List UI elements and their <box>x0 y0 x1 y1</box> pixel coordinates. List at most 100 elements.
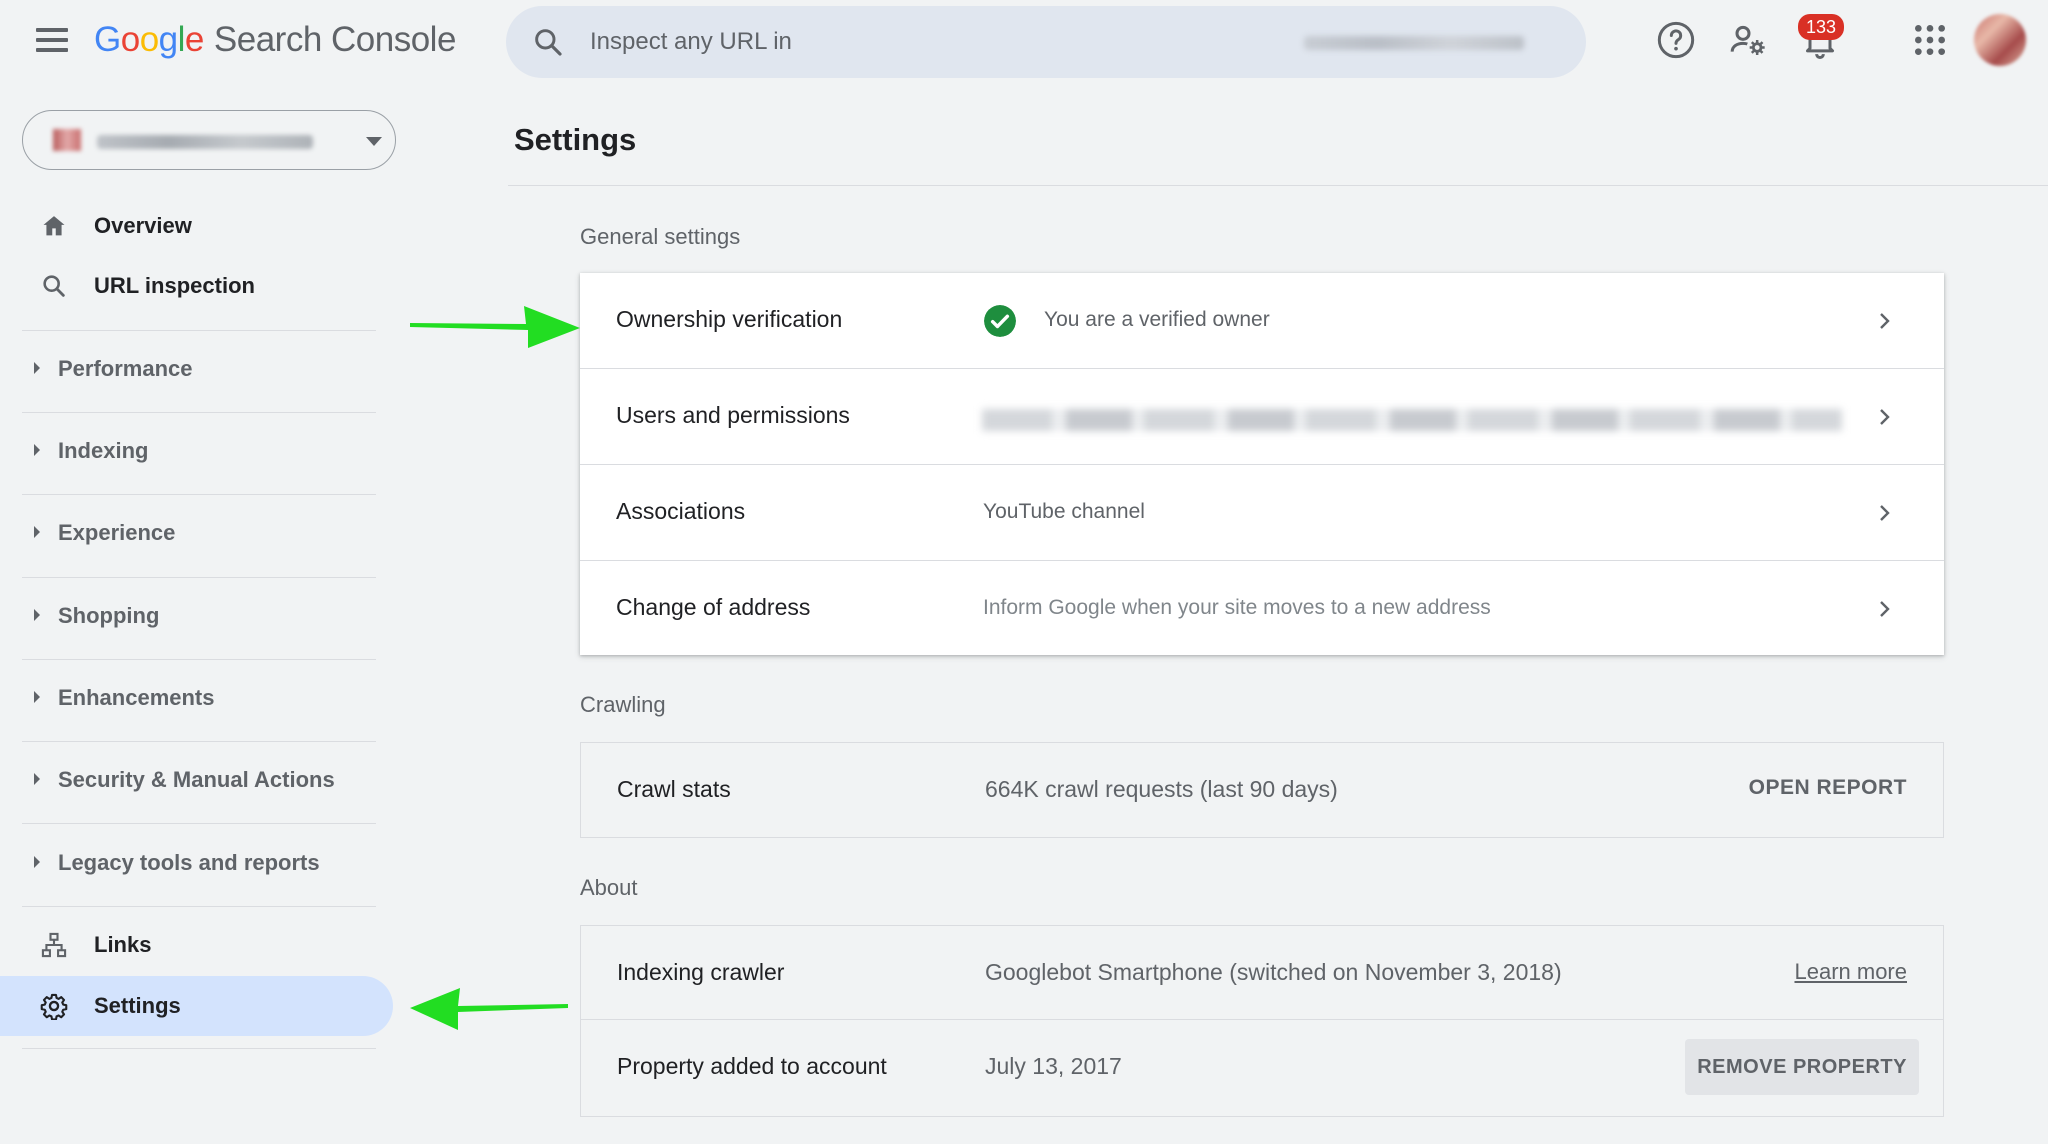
redacted-property-name <box>97 135 313 149</box>
home-icon <box>43 216 65 236</box>
sidebar-item-settings[interactable]: Settings <box>0 976 393 1036</box>
sidebar-group-label: Legacy tools and reports <box>58 850 320 875</box>
row-label: Change of address <box>616 594 811 620</box>
sidebar-group-label: Indexing <box>58 438 149 463</box>
chevron-right-icon <box>1880 409 1890 425</box>
sidebar-group-indexing[interactable]: Indexing <box>0 421 400 481</box>
general-settings-card: Ownership verification You are a verifie… <box>580 273 1944 655</box>
section-heading-general: General settings <box>580 224 741 249</box>
expand-triangle-icon <box>34 362 40 374</box>
row-value: Googlebot Smartphone (switched on Novemb… <box>985 959 1562 985</box>
sidebar-item-overview[interactable]: Overview <box>0 196 400 256</box>
row-label: Users and permissions <box>616 402 850 428</box>
sidebar-item-label: Links <box>94 932 152 957</box>
logo-letter: g <box>158 20 178 59</box>
redacted-users-list <box>982 409 1842 431</box>
app-logo[interactable]: Google Search Console <box>94 20 456 60</box>
sidebar-divider <box>22 577 376 578</box>
settings-row-crawl-stats: Crawl stats 664K crawl requests (last 90… <box>581 743 1943 837</box>
logo-letter: o <box>120 20 140 59</box>
sidebar-group-enhancements[interactable]: Enhancements <box>0 668 400 728</box>
learn-more-link[interactable]: Learn more <box>1794 959 1907 985</box>
settings-row-associations[interactable]: Associations YouTube channel <box>580 465 1944 561</box>
settings-row-ownership-verification[interactable]: Ownership verification You are a verifie… <box>580 273 1944 369</box>
row-value: July 13, 2017 <box>985 1053 1122 1079</box>
account-settings-icon[interactable] <box>1728 20 1768 60</box>
expand-triangle-icon <box>34 444 40 456</box>
row-label: Indexing crawler <box>617 959 785 985</box>
expand-triangle-icon <box>34 609 40 621</box>
sidebar-group-label: Security & Manual Actions <box>58 767 335 792</box>
expand-triangle-icon <box>34 691 40 703</box>
sidebar-group-label: Shopping <box>58 603 160 628</box>
sidebar-group-label: Experience <box>58 520 176 545</box>
about-card: Indexing crawler Googlebot Smartphone (s… <box>580 925 1944 1117</box>
help-icon[interactable] <box>1656 20 1696 60</box>
settings-row-users-permissions[interactable]: Users and permissions <box>580 369 1944 465</box>
sidebar-group-security[interactable]: Security & Manual Actions <box>0 750 400 810</box>
annotation-arrow-settings <box>410 988 568 1030</box>
sidebar-divider <box>22 659 376 660</box>
logo-letter: e <box>184 20 204 59</box>
apps-grid-icon[interactable] <box>1910 20 1950 60</box>
sidebar-group-legacy-tools[interactable]: Legacy tools and reports <box>0 833 400 893</box>
sidebar-group-performance[interactable]: Performance <box>0 339 400 399</box>
remove-property-button[interactable]: REMOVE PROPERTY <box>1685 1039 1919 1095</box>
annotation-arrow-ownership <box>410 306 580 348</box>
menu-icon[interactable] <box>32 24 72 60</box>
chevron-down-icon <box>366 137 382 146</box>
top-app-bar: GoogleSearch Console 133 <box>0 0 2048 84</box>
avatar[interactable] <box>1974 14 2026 66</box>
sidebar-divider <box>22 906 376 907</box>
sidebar-divider <box>22 412 376 413</box>
chevron-right-icon <box>1880 313 1890 329</box>
sidebar-group-label: Performance <box>58 356 193 381</box>
section-heading-about: About <box>580 875 638 900</box>
notification-count-badge: 133 <box>1798 14 1845 40</box>
expand-triangle-icon <box>34 856 40 868</box>
expand-triangle-icon <box>34 526 40 538</box>
settings-row-change-of-address[interactable]: Change of address Inform Google when you… <box>580 561 1944 657</box>
sidebar-item-label: Overview <box>94 213 192 238</box>
sidebar-item-url-inspection[interactable]: URL inspection <box>0 256 400 316</box>
sidebar-divider <box>22 1048 376 1049</box>
title-divider <box>508 185 2048 186</box>
row-value: 664K crawl requests (last 90 days) <box>985 776 1338 802</box>
section-heading-crawling: Crawling <box>580 692 666 717</box>
sidebar-divider <box>22 330 376 331</box>
row-label: Property added to account <box>617 1053 887 1079</box>
links-icon <box>41 932 67 958</box>
sidebar-divider <box>22 494 376 495</box>
verified-check-icon <box>984 305 1016 337</box>
crawling-card: Crawl stats 664K crawl requests (last 90… <box>580 742 1944 838</box>
row-label: Ownership verification <box>616 306 843 332</box>
sidebar-item-links[interactable]: Links <box>0 915 400 975</box>
chevron-right-icon <box>1880 505 1890 521</box>
redacted-property-url <box>1304 36 1524 50</box>
sidebar-group-label: Enhancements <box>58 685 215 710</box>
settings-row-property-added: Property added to account July 13, 2017 … <box>581 1020 1943 1114</box>
row-value: YouTube channel <box>983 500 1145 523</box>
search-icon <box>43 275 65 297</box>
sidebar-group-shopping[interactable]: Shopping <box>0 586 400 646</box>
logo-letter: G <box>94 20 121 59</box>
settings-row-indexing-crawler: Indexing crawler Googlebot Smartphone (s… <box>581 926 1943 1020</box>
logo-letter: o <box>139 20 159 59</box>
sidebar-group-experience[interactable]: Experience <box>0 503 400 563</box>
url-inspect-search-bar[interactable] <box>506 6 1586 78</box>
sidebar-item-label: Settings <box>94 993 181 1018</box>
gear-icon <box>40 993 68 1020</box>
row-value: You are a verified owner <box>1044 308 1270 331</box>
row-label: Associations <box>616 498 746 524</box>
search-icon <box>535 29 562 56</box>
logo-letter: l <box>177 20 186 59</box>
expand-triangle-icon <box>34 773 40 785</box>
property-selector[interactable] <box>22 110 396 170</box>
product-name: Search Console <box>213 20 457 59</box>
row-value: Inform Google when your site moves to a … <box>983 596 1491 619</box>
sidebar-divider <box>22 823 376 824</box>
open-report-button[interactable]: OPEN REPORT <box>1749 776 1907 800</box>
property-favicon <box>53 129 81 151</box>
sidebar-divider <box>22 741 376 742</box>
page-title: Settings <box>514 122 637 157</box>
